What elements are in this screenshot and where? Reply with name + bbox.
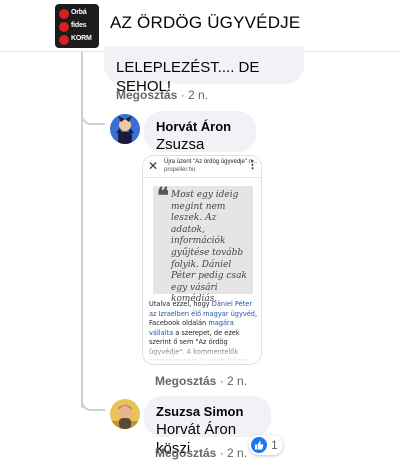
- thumb-line-2: fides: [71, 22, 87, 29]
- comment-author[interactable]: Horvát Áron: [156, 118, 244, 135]
- comment-meta-prev: Megosztás · 2 n.: [116, 88, 208, 102]
- meta-separator: ·: [180, 88, 189, 102]
- thumb-line-1: Orbá: [71, 9, 87, 16]
- comment-bubble-prev: LELEPLEZÉST.... DE SEHOL!: [104, 46, 304, 95]
- reaction-summary[interactable]: 1: [249, 435, 283, 455]
- comment-time[interactable]: 2 n.: [227, 374, 247, 388]
- quote-mark-icon: ❝: [157, 183, 169, 209]
- meta-separator: ·: [219, 446, 228, 460]
- group-thumbnail[interactable]: Orbá fides KORM: [55, 4, 99, 48]
- share-link[interactable]: Megosztás: [116, 88, 177, 102]
- comment-meta-zsuzsa: Megosztás · 2 n.: [155, 446, 247, 460]
- share-link[interactable]: Megosztás: [155, 374, 216, 388]
- attachment-domain: propeller.hu: [164, 167, 196, 173]
- meta-separator: ·: [219, 374, 228, 388]
- red-circle-icon: [59, 35, 69, 45]
- comment-time[interactable]: 2 n.: [188, 88, 208, 102]
- share-link[interactable]: Megosztás: [155, 446, 216, 460]
- like-icon: [251, 437, 267, 453]
- more-options-icon: ⋮: [247, 159, 258, 171]
- comment-attachment-image[interactable]: ✕ Újra üzent "Az ördög ügyvédje" n... pr…: [142, 155, 262, 365]
- red-circle-icon: [59, 22, 69, 32]
- close-icon: ✕: [148, 159, 159, 173]
- browser-url-bar: ✕ Újra üzent "Az ördög ügyvédje" n... pr…: [143, 156, 261, 178]
- thread-line: [81, 52, 83, 408]
- red-circle-icon: [59, 9, 69, 19]
- group-header: Orbá fides KORM AZ ÖRDÖG ÜGYVÉDJE: [0, 0, 401, 52]
- comment-bubble-horvat: Horvát Áron Zsuzsa Simon: [144, 111, 256, 172]
- reaction-count: 1: [271, 438, 278, 452]
- thumb-line-3: KORM: [71, 35, 92, 42]
- article-quote-block: ❝ Most egy ideig megint nem leszek. Az a…: [153, 183, 253, 304]
- attachment-page-title: Újra üzent "Az ördög ügyvédje" n...: [164, 159, 257, 165]
- avatar-zsuzsa-simon[interactable]: [110, 399, 140, 429]
- comment-time[interactable]: 2 n.: [227, 446, 247, 460]
- avatar-horvat-aron[interactable]: [110, 114, 140, 144]
- group-title[interactable]: AZ ÖRDÖG ÜGYVÉDJE: [110, 13, 300, 33]
- article-quote: Most egy ideig megint nem leszek. Az ada…: [171, 190, 247, 305]
- thread-branch: [81, 393, 105, 411]
- article-text: Utalva ezzel, hogy: [149, 300, 212, 308]
- thread-branch: [81, 107, 105, 125]
- comment-author[interactable]: Zsuzsa Simon: [156, 403, 259, 420]
- image-fade: [143, 342, 261, 364]
- comment-bubble-zsuzsa: Zsuzsa Simon Horvát Áron köszi: [144, 396, 271, 457]
- comment-meta-horvat: Megosztás · 2 n.: [155, 374, 247, 388]
